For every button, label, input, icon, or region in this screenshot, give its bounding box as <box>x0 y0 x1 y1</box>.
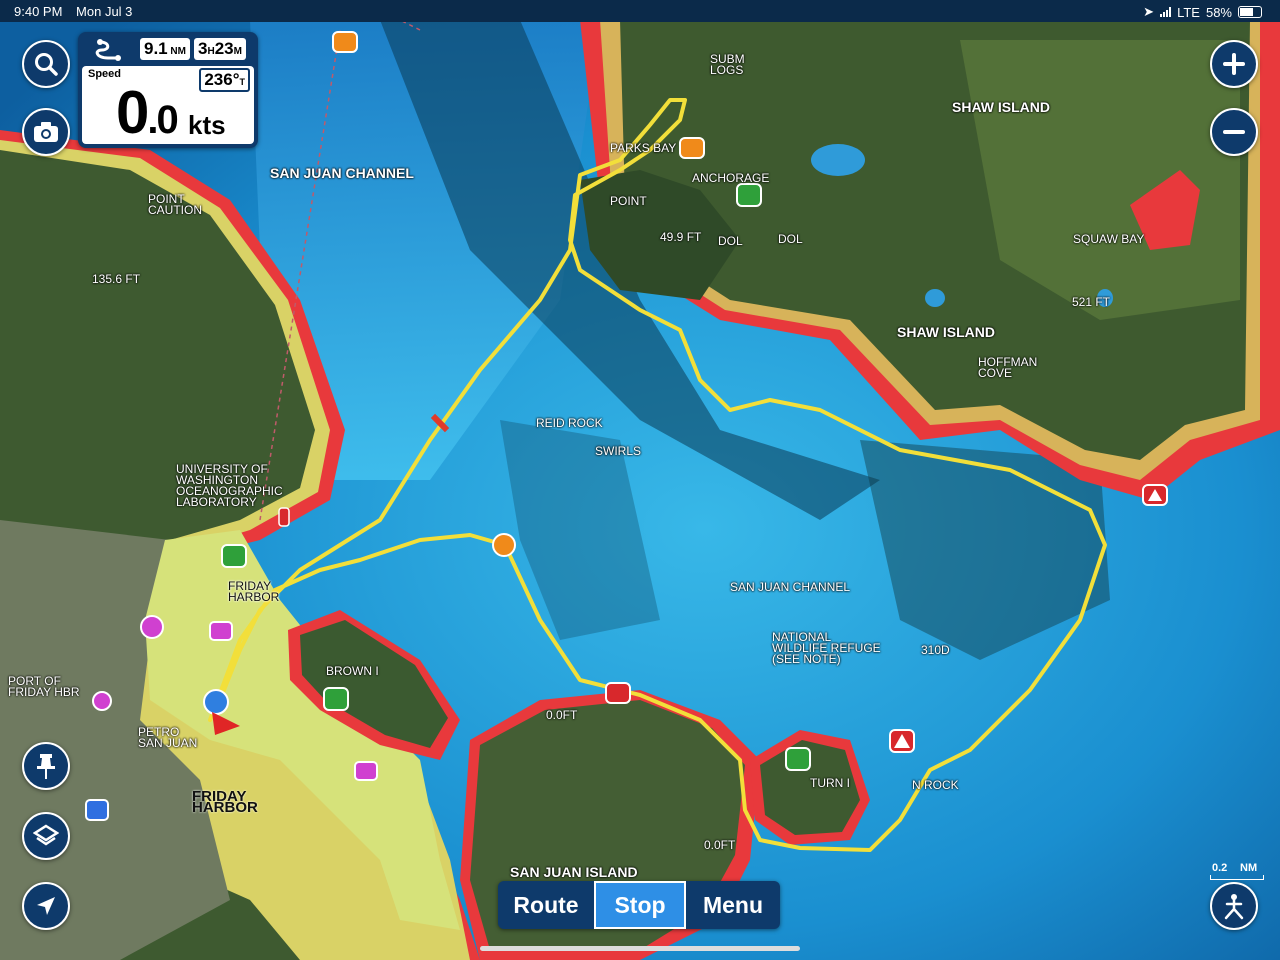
heading-value: 236° <box>204 70 240 89</box>
orange-marker-1 <box>332 31 358 53</box>
map-label-anchorage: ANCHORAGE <box>692 171 770 185</box>
map-label-dol-1: DOL <box>718 234 743 248</box>
route-icon <box>95 39 121 61</box>
map-label-shaw-island-2: SHAW ISLAND <box>897 324 995 340</box>
layers-button[interactable] <box>22 812 70 860</box>
map-label-san-juan-island: SAN JUAN ISLAND <box>510 864 638 880</box>
lake-2 <box>925 289 945 307</box>
map-label-hoffman-cove: HOFFMAN COVE <box>978 355 1038 380</box>
map-label-depth-4: 310D <box>921 643 950 657</box>
anchorage-marker-2 <box>785 747 811 771</box>
eta-m-unit: M <box>233 46 242 57</box>
map-label-national-wildlife: NATIONAL WILDLIFE REFUGE (SEE NOTE) <box>772 630 881 666</box>
eta-h-unit: H <box>207 46 215 57</box>
bottom-toolbar: Route Stop Menu <box>498 881 780 929</box>
search-icon <box>35 53 58 76</box>
warning-marker-3 <box>605 682 631 704</box>
anchorage-marker-1 <box>736 183 762 207</box>
distance-unit: NM <box>170 46 186 57</box>
map-label-depth-2: 521 FT <box>1072 295 1111 309</box>
plus-icon <box>1223 53 1245 75</box>
battery-icon <box>1238 6 1262 18</box>
map-scale: 0.2 NM <box>1210 862 1264 880</box>
fuel-marker <box>85 799 109 821</box>
home-indicator <box>480 946 800 951</box>
map-label-depth-6: 0.0FT <box>704 838 736 852</box>
map-label-shaw-island-1: SHAW ISLAND <box>952 99 1050 115</box>
eta-minutes: 23 <box>214 39 234 58</box>
map-label-point: POINT <box>610 194 647 208</box>
anchorage-marker-3 <box>323 687 349 711</box>
status-bar: 9:40 PM Mon Jul 3 ➤ LTE 58% <box>0 0 1280 22</box>
lake-1 <box>811 144 865 176</box>
status-time: 9:40 PM <box>14 4 63 19</box>
eta-readout: 3H23M <box>193 38 246 60</box>
pin-icon <box>37 754 55 779</box>
warning-marker-2 <box>889 729 915 753</box>
map-label-point-caution: POINT CAUTION <box>148 192 202 217</box>
map-label-depth-5: 0.0FT <box>546 708 578 722</box>
map-label-petro: PETRO SAN JUAN <box>138 725 198 750</box>
pin-button[interactable] <box>22 742 70 790</box>
signal-icon <box>1160 7 1172 17</box>
zoom-in-button[interactable] <box>1210 40 1258 88</box>
menu-button[interactable]: Menu <box>686 881 780 929</box>
scale-value: 0.2 <box>1212 862 1228 874</box>
marina-marker-3 <box>209 621 233 641</box>
scale-unit: NM <box>1240 862 1258 874</box>
distance-value: 9.1 <box>144 39 168 58</box>
map-label-san-juan-channel-s: SAN JUAN CHANNEL <box>730 580 851 594</box>
camera-button[interactable] <box>22 108 70 156</box>
autopilot-button[interactable] <box>1210 882 1258 930</box>
speed-dec: .0 <box>147 98 178 142</box>
map-label-swirls: SWIRLS <box>595 444 642 458</box>
map-label-turn-rock: N ROCK <box>912 778 959 792</box>
scale-bar <box>1210 875 1264 880</box>
orange-marker-2 <box>679 137 705 159</box>
instrument-panel[interactable]: 9.1 NM 3H23M Speed 236°T 0.0 kts <box>78 32 258 148</box>
location-arrow-icon: ➤ <box>1143 4 1155 19</box>
zoom-out-button[interactable] <box>1210 108 1258 156</box>
heading-ref: T <box>239 77 246 87</box>
map-label-uw-lab: UNIVERSITY OF WASHINGTON OCEANOGRAPHIC L… <box>176 462 283 509</box>
red-nav-marker <box>278 507 290 527</box>
status-date: Mon Jul 3 <box>76 4 133 19</box>
stop-button[interactable]: Stop <box>594 881 686 929</box>
map-label-friday-harbor-small: FRIDAY HARBOR <box>228 579 280 604</box>
map-label-depth-3: 135.6 FT <box>92 272 141 286</box>
minus-icon <box>1223 130 1245 134</box>
anchor-person-icon <box>1224 894 1244 920</box>
locate-button[interactable] <box>22 882 70 930</box>
map-label-subm-logs: SUBM LOGS <box>710 52 745 77</box>
map-label-parks-bay: PARKS BAY <box>610 141 677 155</box>
navigation-arrow-icon <box>37 897 55 915</box>
search-button[interactable] <box>22 40 70 88</box>
map-label-squaw-bay: SQUAW BAY <box>1073 232 1145 246</box>
camera-icon <box>34 122 58 142</box>
map-label-turn-i: TURN I <box>810 776 850 790</box>
map-label-brown-i: BROWN I <box>326 664 379 678</box>
speed-int: 0 <box>116 79 149 146</box>
marina-marker-2 <box>92 691 112 711</box>
route-button[interactable]: Route <box>498 881 594 929</box>
anchorage-marker-4 <box>221 544 247 568</box>
battery-percent: 58% <box>1205 4 1232 20</box>
network-label: LTE <box>1177 4 1200 20</box>
map-label-reid-rock: REID ROCK <box>536 416 603 430</box>
marina-marker-4 <box>354 761 378 781</box>
speed-display: Speed 236°T 0.0 kts <box>82 66 254 147</box>
speed-unit: kts <box>188 110 226 140</box>
distance-readout: 9.1 NM <box>140 38 190 60</box>
map-label-depth-1: 49.9 FT <box>660 230 702 244</box>
map-label-dol-2: DOL <box>778 232 803 246</box>
marina-marker-1 <box>140 615 164 639</box>
map-label-port-friday: PORT OF FRIDAY HBR <box>8 674 80 699</box>
layers-icon <box>33 824 59 846</box>
warning-marker-1 <box>1142 484 1168 506</box>
heading-readout: 236°T <box>199 68 250 92</box>
orange-marker-3 <box>492 533 516 557</box>
map-label-friday-harbor-town: FRIDAY HARBOR <box>192 788 258 816</box>
speed-value: 0.0 <box>116 78 179 147</box>
map-label-san-juan-channel-n: SAN JUAN CHANNEL <box>270 165 414 181</box>
